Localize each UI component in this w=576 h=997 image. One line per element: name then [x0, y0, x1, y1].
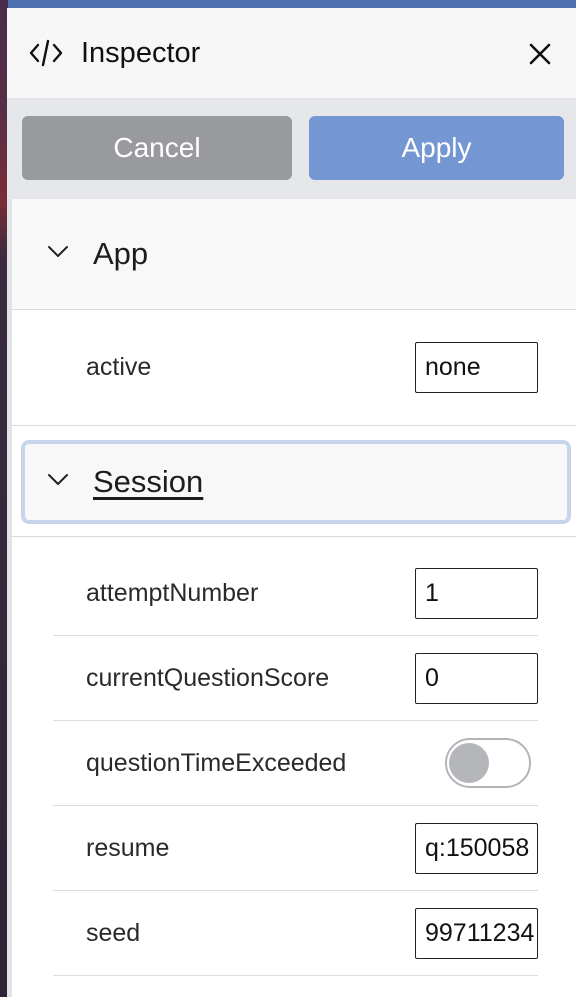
- prop-value-input[interactable]: 99711234: [415, 907, 538, 959]
- prop-row-question-time-exceeded: questionTimeExceeded: [53, 721, 538, 806]
- inspector-header: Inspector: [7, 8, 576, 99]
- cancel-button[interactable]: Cancel: [22, 116, 292, 180]
- code-icon: [29, 38, 63, 68]
- prop-value-input[interactable]: q:150058: [415, 822, 538, 874]
- prop-row-attempt-number: attemptNumber 1: [53, 551, 538, 636]
- section-label-session: Session: [93, 464, 204, 499]
- toggle-switch[interactable]: [445, 738, 531, 788]
- prop-row-resume: resume q:150058: [53, 806, 538, 891]
- chevron-down-icon: [47, 473, 69, 492]
- prop-value-input[interactable]: 1: [415, 567, 538, 619]
- prop-label: resume: [86, 833, 170, 862]
- inspector-panel: Inspector Cancel Apply App active none S…: [7, 8, 576, 997]
- prop-row-active: active none: [53, 310, 538, 425]
- toggle-knob: [449, 743, 489, 783]
- prop-label: seed: [86, 918, 141, 947]
- window-top-border: [0, 0, 576, 8]
- section-label-app: App: [93, 236, 149, 271]
- prop-value-input[interactable]: none: [415, 342, 538, 393]
- prop-label: active: [86, 353, 152, 381]
- close-icon[interactable]: [524, 38, 556, 70]
- session-section-wrap: Session: [12, 425, 576, 537]
- prop-row-seed: seed 99711234: [53, 891, 538, 976]
- inspector-content: App active none Session attemptNumber 1 …: [7, 199, 576, 997]
- prop-value-input[interactable]: 0: [415, 652, 538, 704]
- chevron-down-icon: [47, 245, 69, 264]
- action-bar: Cancel Apply: [7, 99, 576, 199]
- prop-row-current-question-score: currentQuestionScore 0: [53, 636, 538, 721]
- section-header-app[interactable]: App: [12, 199, 576, 310]
- prop-label: currentQuestionScore: [86, 663, 330, 692]
- prop-label: questionTimeExceeded: [86, 748, 347, 777]
- prop-label: attemptNumber: [86, 578, 259, 607]
- section-header-session[interactable]: Session: [21, 440, 571, 524]
- apply-button[interactable]: Apply: [308, 116, 564, 180]
- inspector-title: Inspector: [81, 36, 201, 69]
